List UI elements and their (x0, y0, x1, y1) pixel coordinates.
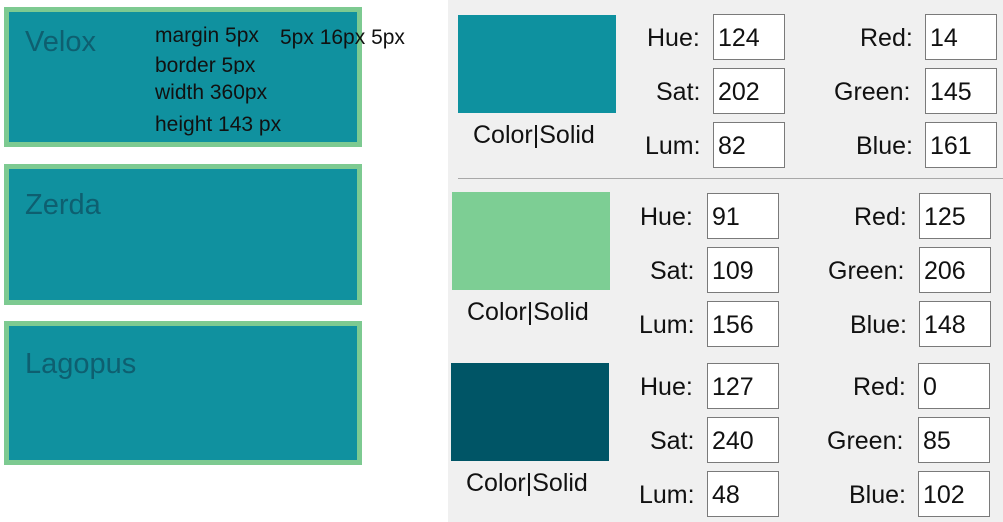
hue-field[interactable] (707, 363, 779, 409)
blue-label: Blue: (850, 311, 907, 339)
hue-field[interactable] (707, 193, 779, 239)
red-label: Red: (853, 373, 906, 401)
color-swatch-label: Color|Solid (467, 298, 589, 326)
green-label: Green: (828, 257, 905, 285)
red-field[interactable] (919, 193, 991, 239)
annotation-height: height 143 px (155, 113, 282, 136)
sat-label: Sat: (650, 257, 695, 285)
blue-field[interactable] (918, 471, 990, 517)
lum-label: Lum: (639, 311, 695, 339)
hue-label: Hue: (640, 373, 693, 401)
lum-label: Lum: (639, 481, 695, 509)
sat-field[interactable] (707, 417, 779, 463)
lum-field[interactable] (713, 122, 785, 168)
box-title: Zerda (25, 189, 101, 221)
color-swatch[interactable] (452, 192, 610, 290)
annotation-margin: margin 5px (155, 24, 259, 47)
sat-label: Sat: (656, 78, 701, 106)
lum-label: Lum: (645, 132, 701, 160)
green-label: Green: (827, 427, 904, 455)
hue-field[interactable] (713, 14, 785, 60)
color-swatch[interactable] (458, 15, 616, 113)
sat-field[interactable] (713, 68, 785, 114)
green-label: Green: (834, 78, 911, 106)
red-field[interactable] (918, 363, 990, 409)
green-field[interactable] (919, 247, 991, 293)
red-label: Red: (854, 203, 907, 231)
blue-label: Blue: (856, 132, 913, 160)
green-field[interactable] (925, 68, 997, 114)
blue-field[interactable] (925, 122, 997, 168)
sat-field[interactable] (707, 247, 779, 293)
red-label: Red: (860, 24, 913, 52)
blue-label: Blue: (849, 481, 906, 509)
red-field[interactable] (925, 14, 997, 60)
box-lagopus: Lagopus (4, 321, 362, 465)
lum-field[interactable] (707, 471, 779, 517)
color-swatch-label: Color|Solid (466, 469, 588, 497)
box-zerda: Zerda (4, 164, 362, 305)
green-field[interactable] (918, 417, 990, 463)
blue-field[interactable] (919, 301, 991, 347)
sat-label: Sat: (650, 427, 695, 455)
lum-field[interactable] (707, 301, 779, 347)
hue-label: Hue: (647, 24, 700, 52)
color-swatch[interactable] (451, 363, 609, 461)
color-swatch-label: Color|Solid (473, 121, 595, 149)
box-title: Lagopus (25, 348, 137, 380)
panel-divider (458, 178, 1003, 179)
box-title: Velox (25, 26, 96, 58)
hue-label: Hue: (640, 203, 693, 231)
annotation-width: width 360px (155, 81, 268, 104)
annotation-margin-rest: 5px 16px 5px (280, 26, 405, 49)
annotation-border: border 5px (155, 55, 256, 74)
